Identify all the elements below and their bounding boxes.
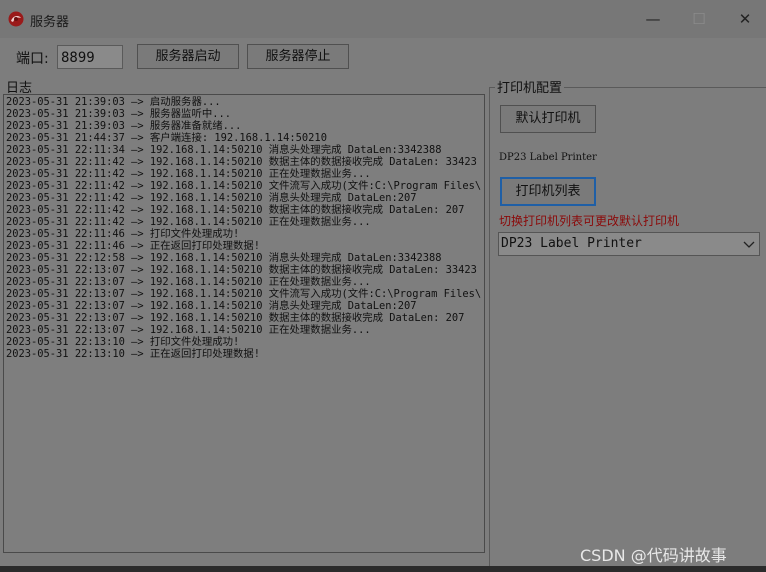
log-line: 2023-05-31 22:13:10 —> 正在返回打印处理数据!	[6, 348, 261, 360]
default-printer-button[interactable]: 默认打印机	[500, 105, 596, 133]
title-bar[interactable]: 服务器 — ☐ ✕	[0, 0, 766, 38]
log-line: 2023-05-31 22:11:42 —> 192.168.1.14:5021…	[6, 192, 417, 204]
printer-list-button[interactable]: 打印机列表	[500, 177, 596, 206]
printer-select[interactable]: DP23 Label Printer	[498, 232, 760, 256]
log-line: 2023-05-31 22:11:42 —> 192.168.1.14:5021…	[6, 204, 465, 216]
log-line: 2023-05-31 22:11:34 —> 192.168.1.14:5021…	[6, 144, 442, 156]
log-line: 2023-05-31 22:11:42 —> 192.168.1.14:5021…	[6, 156, 477, 168]
close-button[interactable]: ✕	[722, 4, 766, 34]
log-line: 2023-05-31 21:44:37 —> 客户端连接: 192.168.1.…	[6, 132, 327, 144]
log-line: 2023-05-31 21:39:03 —> 服务器准备就绪...	[6, 120, 242, 132]
log-textbox[interactable]: 2023-05-31 21:39:03 —> 启动服务器... 2023-05-3…	[3, 94, 485, 553]
log-line: 2023-05-31 22:13:07 —> 192.168.1.14:5021…	[6, 288, 482, 300]
maximize-button[interactable]: ☐	[676, 4, 722, 34]
server-stop-button[interactable]: 服务器停止	[247, 44, 349, 69]
chevron-down-icon	[743, 241, 755, 248]
log-line: 2023-05-31 22:11:42 —> 192.168.1.14:5021…	[6, 216, 371, 228]
log-line: 2023-05-31 22:13:07 —> 192.168.1.14:5021…	[6, 300, 417, 312]
default-printer-name: DP23 Label Printer	[499, 152, 597, 163]
log-line: 2023-05-31 22:11:46 —> 打印文件处理成功!	[6, 228, 240, 240]
log-lines: 2023-05-31 21:39:03 —> 启动服务器... 2023-05-3…	[6, 96, 481, 360]
log-line: 2023-05-31 22:11:42 —> 192.168.1.14:5021…	[6, 180, 482, 192]
log-line: 2023-05-31 22:13:07 —> 192.168.1.14:5021…	[6, 276, 371, 288]
port-input[interactable]: 8899	[57, 45, 123, 69]
printer-select-value: DP23 Label Printer	[501, 236, 642, 251]
log-line: 2023-05-31 21:39:03 —> 启动服务器...	[6, 96, 221, 108]
log-line: 2023-05-31 21:39:03 —> 服务器监听中...	[6, 108, 231, 120]
minimize-button[interactable]: —	[630, 4, 676, 34]
app-logo-icon	[8, 11, 24, 27]
watermark-text: CSDN @代码讲故事	[580, 546, 727, 565]
log-line: 2023-05-31 22:13:07 —> 192.168.1.14:5021…	[6, 312, 465, 324]
log-line: 2023-05-31 22:13:07 —> 192.168.1.14:5021…	[6, 264, 477, 276]
printer-config-label: 打印机配置	[495, 77, 565, 96]
log-line: 2023-05-31 22:11:42 —> 192.168.1.14:5021…	[6, 168, 371, 180]
printer-hint-text: 切换打印机列表可更改默认打印机	[499, 214, 680, 228]
log-line: 2023-05-31 22:12:58 —> 192.168.1.14:5021…	[6, 252, 442, 264]
log-line: 2023-05-31 22:11:46 —> 正在返回打印处理数据!	[6, 240, 261, 252]
log-line: 2023-05-31 22:13:10 —> 打印文件处理成功!	[6, 336, 240, 348]
server-window: 服务器 — ☐ ✕ 端口: 8899 服务器启动 服务器停止 日志 2023-0…	[0, 0, 766, 566]
server-start-button[interactable]: 服务器启动	[137, 44, 239, 69]
port-label: 端口:	[16, 51, 49, 67]
window-title: 服务器	[30, 15, 70, 30]
log-line: 2023-05-31 22:13:07 —> 192.168.1.14:5021…	[6, 324, 371, 336]
